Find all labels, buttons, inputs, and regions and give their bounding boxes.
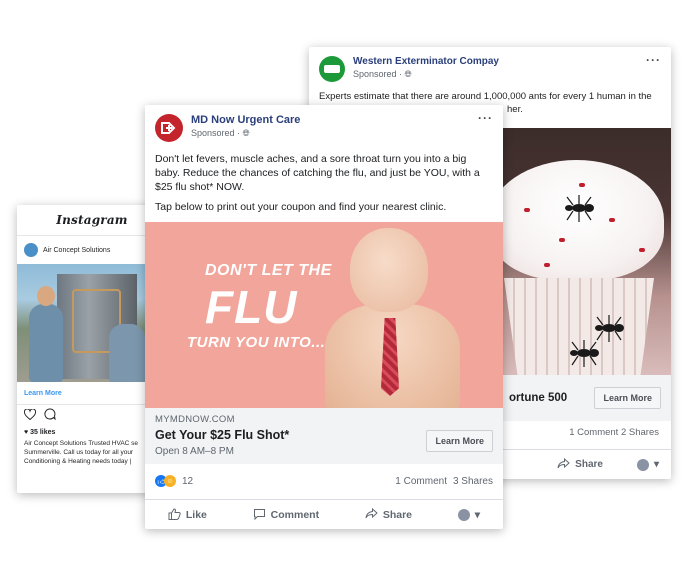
mdnow-reactions-count[interactable]: 12	[182, 476, 193, 487]
mdnow-ad-card: MD Now Urgent Care Sponsored · 🌐︎ ··· Do…	[145, 105, 503, 529]
western-page-name[interactable]: Western Exterminator Compay	[353, 56, 499, 67]
more-options-icon[interactable]: ···	[646, 53, 661, 67]
technician	[29, 304, 63, 382]
western-share-label: Share	[575, 459, 603, 470]
ant-icon	[565, 195, 594, 222]
avatar[interactable]	[24, 243, 38, 257]
instagram-account-name[interactable]: Air Concept Solutions	[43, 247, 110, 254]
mdnow-share-label: Share	[382, 509, 413, 521]
mdnow-comment-button[interactable]: Comment	[253, 508, 319, 523]
heart-icon[interactable]	[23, 407, 37, 425]
avatar	[636, 458, 649, 471]
mdnow-engagement-counts: 👍︎ ☺︎ 12 1 Comment 3 Shares	[145, 471, 503, 491]
mdnow-post-text: Don't let fevers, muscle aches, and a so…	[145, 142, 503, 214]
mdnow-like-label: Like	[185, 509, 207, 521]
mdnow-audience-selector[interactable]: ▾	[457, 509, 481, 521]
image-headline-line1: DON'T LET THE	[205, 262, 332, 279]
western-sponsored-label: Sponsored · 🌐︎	[353, 69, 499, 80]
western-post-text-line1: Experts estimate that there are around 1…	[319, 91, 652, 102]
mdnow-link-url[interactable]: MYMDNOW.COM	[155, 414, 493, 425]
more-options-icon[interactable]: ···	[478, 111, 493, 125]
comment-bubble-icon[interactable]	[44, 407, 56, 425]
mdnow-post-header: MD Now Urgent Care Sponsored · 🌐︎ ···	[145, 105, 503, 142]
western-shares-count[interactable]: 2 Shares	[621, 427, 659, 438]
mdnow-cta-bar[interactable]: MYMDNOW.COM Get Your $25 Flu Shot* Open …	[145, 408, 503, 464]
sprinkle	[559, 238, 565, 242]
instagram-logo: Instagram	[56, 213, 128, 227]
western-post-header: Western Exterminator Compay Sponsored · …	[309, 47, 671, 82]
share-icon	[557, 457, 570, 472]
sprinkle	[639, 248, 645, 252]
mdnow-page-name[interactable]: MD Now Urgent Care	[191, 114, 300, 126]
western-logo[interactable]	[319, 56, 345, 82]
mdnow-action-bar: Like Comment Share ▾	[145, 499, 503, 529]
sprinkle	[544, 263, 550, 267]
mdnow-ad-image[interactable]: DON'T LET THE FLU TURN YOU INTO...	[145, 222, 503, 408]
sprinkle	[524, 208, 530, 212]
mdnow-logo-icon	[161, 122, 176, 134]
technician-2	[109, 324, 145, 382]
mdnow-shares-count[interactable]: 3 Shares	[453, 476, 493, 487]
western-sponsored-text: Sponsored ·	[353, 69, 403, 79]
mdnow-learn-more-button[interactable]: Learn More	[426, 430, 493, 452]
mdnow-like-button[interactable]: Like	[168, 507, 207, 523]
globe-icon: 🌐︎	[242, 128, 250, 138]
chevron-down-icon: ▾	[653, 459, 659, 470]
mdnow-sponsored-label: Sponsored · 🌐︎	[191, 128, 300, 139]
share-icon	[365, 507, 378, 522]
avatar	[457, 509, 470, 521]
instagram-likes-count: 35 likes	[30, 429, 56, 436]
chevron-down-icon: ▾	[474, 509, 481, 521]
thumbs-up-icon	[168, 507, 181, 523]
ant-icon	[570, 340, 599, 367]
western-learn-more-button[interactable]: Learn More	[594, 387, 661, 409]
mdnow-post-paragraph-1: Don't let fevers, muscle aches, and a so…	[155, 153, 480, 193]
globe-icon: 🌐︎	[404, 69, 412, 79]
comment-icon	[253, 508, 266, 523]
mdnow-logo[interactable]	[155, 114, 183, 142]
western-share-button[interactable]: Share	[557, 457, 603, 472]
baby-head	[350, 228, 428, 312]
sprinkle	[609, 218, 615, 222]
western-logo-mark	[324, 65, 340, 73]
western-audience-selector[interactable]: ▾	[636, 458, 659, 471]
mdnow-share-button[interactable]: Share	[365, 507, 413, 522]
mdnow-comment-label: Comment	[270, 509, 320, 521]
western-comments-count[interactable]: 1 Comment	[569, 427, 618, 438]
western-headline[interactable]: ortune 500	[509, 392, 567, 404]
mdnow-comments-count[interactable]: 1 Comment	[395, 476, 447, 487]
technician-head	[37, 286, 55, 306]
image-headline-line3: TURN YOU INTO...	[187, 334, 326, 351]
haha-reaction-icon[interactable]: ☺︎	[164, 475, 176, 487]
sprinkle	[579, 183, 585, 187]
image-headline-line2: FLU	[205, 281, 298, 333]
mdnow-post-paragraph-2: Tap below to print out your coupon and f…	[155, 201, 447, 213]
mdnow-sponsored-text: Sponsored ·	[191, 128, 241, 138]
